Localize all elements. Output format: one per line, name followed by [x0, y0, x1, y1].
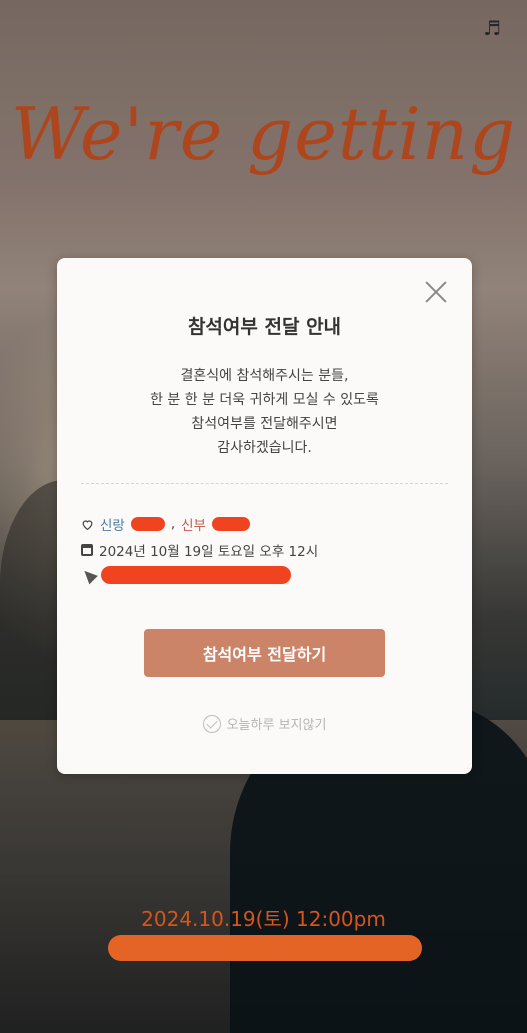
close-icon[interactable] [424, 280, 448, 304]
redacted-bride-name [211, 517, 250, 531]
dont-show-today-toggle[interactable]: 오늘하루 보지않기 [57, 714, 472, 733]
rsvp-submit-button[interactable]: 참석여부 전달하기 [144, 629, 385, 677]
modal-title: 참석여부 전달 안내 [187, 316, 342, 338]
datetime-row: 2024년 10월 19일 토요일 오후 12시 [81, 540, 318, 560]
message-line: 한 분 한 분 더욱 귀하게 모실 수 있도록 [150, 392, 379, 408]
bride-label: 신부 [181, 518, 206, 534]
invitation-page: ♬ We're getting 2024.10.19(토) 12:00pm 참석… [0, 0, 527, 1033]
groom-label: 신랑 [100, 518, 125, 534]
location-row [80, 566, 291, 584]
check-circle-icon[interactable] [202, 714, 221, 733]
couple-names-row: 신랑 , 신부 [81, 514, 250, 534]
calendar-icon [81, 544, 93, 556]
redacted-groom-name [130, 517, 165, 531]
name-separator: , [170, 516, 176, 532]
datetime-text: 2024년 10월 19일 토요일 오후 12시 [99, 544, 319, 560]
heart-icon [82, 519, 93, 530]
rsvp-modal: 참석여부 전달 안내 결혼식에 참석해주시는 분들, 한 분 한 분 더욱 귀하… [57, 258, 472, 774]
modal-message: 결혼식에 참석해주시는 분들, 한 분 한 분 더욱 귀하게 모실 수 있도록 … [57, 364, 472, 460]
divider [81, 483, 448, 484]
redacted-address [101, 566, 291, 584]
message-line: 참석여부를 전달해주시면 [191, 416, 338, 432]
dont-show-today-label[interactable]: 오늘하루 보지않기 [227, 714, 327, 733]
message-line: 결혼식에 참석해주시는 분들, [180, 368, 349, 384]
message-line: 감사하겠습니다. [217, 440, 312, 456]
location-arrow-icon [80, 566, 98, 584]
